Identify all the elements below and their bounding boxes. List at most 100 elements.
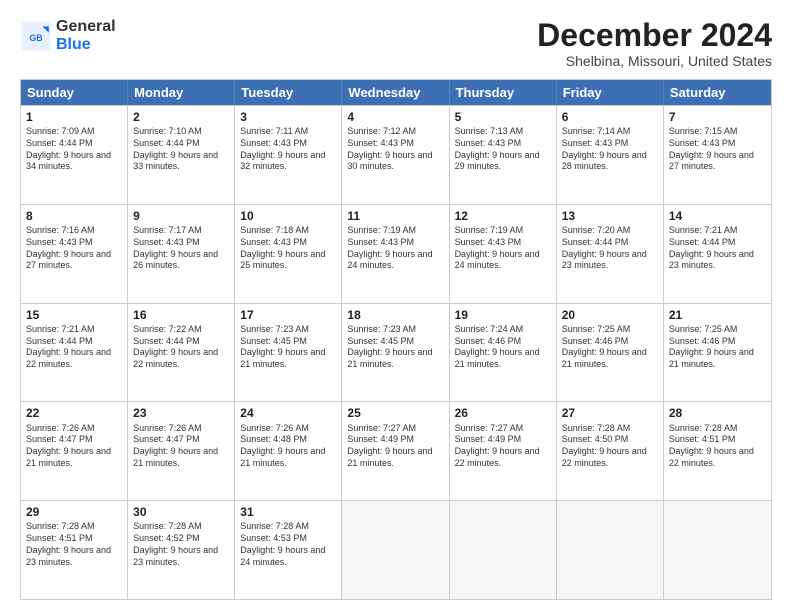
month-title: December 2024 — [537, 18, 772, 53]
day-number: 28 — [669, 405, 766, 421]
header-day-friday: Friday — [557, 80, 664, 105]
calendar-cell: 3Sunrise: 7:11 AM Sunset: 4:43 PM Daylig… — [235, 106, 342, 204]
calendar-row-2: 8Sunrise: 7:16 AM Sunset: 4:43 PM Daylig… — [21, 204, 771, 303]
cell-info: Sunrise: 7:16 AM Sunset: 4:43 PM Dayligh… — [26, 225, 122, 272]
cell-info: Sunrise: 7:28 AM Sunset: 4:50 PM Dayligh… — [562, 423, 658, 470]
cell-info: Sunrise: 7:20 AM Sunset: 4:44 PM Dayligh… — [562, 225, 658, 272]
cell-info: Sunrise: 7:22 AM Sunset: 4:44 PM Dayligh… — [133, 324, 229, 371]
cell-info: Sunrise: 7:25 AM Sunset: 4:46 PM Dayligh… — [562, 324, 658, 371]
calendar-row-1: 1Sunrise: 7:09 AM Sunset: 4:44 PM Daylig… — [21, 105, 771, 204]
calendar-cell: 30Sunrise: 7:28 AM Sunset: 4:52 PM Dayli… — [128, 501, 235, 599]
calendar-body: 1Sunrise: 7:09 AM Sunset: 4:44 PM Daylig… — [21, 105, 771, 599]
day-number: 11 — [347, 208, 443, 224]
cell-info: Sunrise: 7:27 AM Sunset: 4:49 PM Dayligh… — [455, 423, 551, 470]
logo-blue: Blue — [56, 36, 91, 53]
day-number: 31 — [240, 504, 336, 520]
calendar-cell: 23Sunrise: 7:26 AM Sunset: 4:47 PM Dayli… — [128, 402, 235, 500]
calendar: SundayMondayTuesdayWednesdayThursdayFrid… — [20, 79, 772, 600]
calendar-row-5: 29Sunrise: 7:28 AM Sunset: 4:51 PM Dayli… — [21, 500, 771, 599]
calendar-cell: 27 Sunrise: 7:28 AM Sunset: 4:50 PM Dayli… — [557, 402, 664, 500]
day-number: 26 — [455, 405, 551, 421]
day-number: 6 — [562, 109, 658, 125]
day-number: 3 — [240, 109, 336, 125]
cell-info: Sunrise: 7:24 AM Sunset: 4:46 PM Dayligh… — [455, 324, 551, 371]
header: GB General Blue December 2024 Shelbina, … — [20, 18, 772, 69]
cell-info: Sunrise: 7:14 AM Sunset: 4:43 PM Dayligh… — [562, 126, 658, 173]
cell-info: Sunrise: 7:21 AM Sunset: 4:44 PM Dayligh… — [26, 324, 122, 371]
cell-info: Sunrise: 7:26 AM Sunset: 4:47 PM Dayligh… — [26, 423, 122, 470]
calendar-cell — [342, 501, 449, 599]
cell-info: Sunrise: 7:25 AM Sunset: 4:46 PM Dayligh… — [669, 324, 766, 371]
day-number: 4 — [347, 109, 443, 125]
calendar-cell: 26 Sunrise: 7:27 AM Sunset: 4:49 PM Dayli… — [450, 402, 557, 500]
svg-text:GB: GB — [29, 32, 42, 42]
day-number: 1 — [26, 109, 122, 125]
day-number: 16 — [133, 307, 229, 323]
calendar-cell: 20Sunrise: 7:25 AM Sunset: 4:46 PM Dayli… — [557, 304, 664, 402]
calendar-cell: 4Sunrise: 7:12 AM Sunset: 4:43 PM Daylig… — [342, 106, 449, 204]
header-day-thursday: Thursday — [450, 80, 557, 105]
header-day-tuesday: Tuesday — [235, 80, 342, 105]
calendar-cell: 22 Sunrise: 7:26 AM Sunset: 4:47 PM Dayli… — [21, 402, 128, 500]
cell-info: Sunrise: 7:28 AM Sunset: 4:51 PM Dayligh… — [26, 521, 122, 568]
day-number: 25 — [347, 405, 443, 421]
day-number: 22 — [26, 405, 122, 421]
calendar-cell: 7Sunrise: 7:15 AM Sunset: 4:43 PM Daylig… — [664, 106, 771, 204]
cell-info: Sunrise: 7:10 AM Sunset: 4:44 PM Dayligh… — [133, 126, 229, 173]
calendar-cell: 24Sunrise: 7:26 AM Sunset: 4:48 PM Dayli… — [235, 402, 342, 500]
day-number: 9 — [133, 208, 229, 224]
header-day-sunday: Sunday — [21, 80, 128, 105]
cell-info: Sunrise: 7:18 AM Sunset: 4:43 PM Dayligh… — [240, 225, 336, 272]
day-number: 23 — [133, 405, 229, 421]
calendar-cell: 25 Sunrise: 7:27 AM Sunset: 4:49 PM Dayli… — [342, 402, 449, 500]
cell-info: Sunrise: 7:12 AM Sunset: 4:43 PM Dayligh… — [347, 126, 443, 173]
calendar-row-4: 22 Sunrise: 7:26 AM Sunset: 4:47 PM Dayli… — [21, 401, 771, 500]
calendar-cell: 15Sunrise: 7:21 AM Sunset: 4:44 PM Dayli… — [21, 304, 128, 402]
page: GB General Blue December 2024 Shelbina, … — [0, 0, 792, 612]
day-number: 2 — [133, 109, 229, 125]
calendar-cell — [450, 501, 557, 599]
cell-info: Sunrise: 7:26 AM Sunset: 4:48 PM Dayligh… — [240, 423, 336, 470]
calendar-header: SundayMondayTuesdayWednesdayThursdayFrid… — [21, 80, 771, 105]
day-number: 17 — [240, 307, 336, 323]
calendar-cell: 9Sunrise: 7:17 AM Sunset: 4:43 PM Daylig… — [128, 205, 235, 303]
cell-info: Sunrise: 7:09 AM Sunset: 4:44 PM Dayligh… — [26, 126, 122, 173]
calendar-cell: 13Sunrise: 7:20 AM Sunset: 4:44 PM Dayli… — [557, 205, 664, 303]
calendar-cell: 28Sunrise: 7:28 AM Sunset: 4:51 PM Dayli… — [664, 402, 771, 500]
cell-info: Sunrise: 7:11 AM Sunset: 4:43 PM Dayligh… — [240, 126, 336, 173]
day-number: 8 — [26, 208, 122, 224]
calendar-cell: 8Sunrise: 7:16 AM Sunset: 4:43 PM Daylig… — [21, 205, 128, 303]
calendar-cell: 19Sunrise: 7:24 AM Sunset: 4:46 PM Dayli… — [450, 304, 557, 402]
cell-info: Sunrise: 7:19 AM Sunset: 4:43 PM Dayligh… — [347, 225, 443, 272]
day-number: 27 — [562, 405, 658, 421]
day-number: 7 — [669, 109, 766, 125]
day-number: 5 — [455, 109, 551, 125]
logo-icon: GB — [20, 20, 52, 52]
calendar-cell: 10Sunrise: 7:18 AM Sunset: 4:43 PM Dayli… — [235, 205, 342, 303]
cell-info: Sunrise: 7:28 AM Sunset: 4:52 PM Dayligh… — [133, 521, 229, 568]
cell-info: Sunrise: 7:28 AM Sunset: 4:53 PM Dayligh… — [240, 521, 336, 568]
calendar-cell: 5Sunrise: 7:13 AM Sunset: 4:43 PM Daylig… — [450, 106, 557, 204]
cell-info: Sunrise: 7:27 AM Sunset: 4:49 PM Dayligh… — [347, 423, 443, 470]
calendar-cell — [557, 501, 664, 599]
day-number: 18 — [347, 307, 443, 323]
location: Shelbina, Missouri, United States — [537, 53, 772, 69]
cell-info: Sunrise: 7:19 AM Sunset: 4:43 PM Dayligh… — [455, 225, 551, 272]
day-number: 14 — [669, 208, 766, 224]
cell-info: Sunrise: 7:21 AM Sunset: 4:44 PM Dayligh… — [669, 225, 766, 272]
calendar-cell: 12Sunrise: 7:19 AM Sunset: 4:43 PM Dayli… — [450, 205, 557, 303]
calendar-cell — [664, 501, 771, 599]
calendar-cell: 31Sunrise: 7:28 AM Sunset: 4:53 PM Dayli… — [235, 501, 342, 599]
calendar-cell: 14Sunrise: 7:21 AM Sunset: 4:44 PM Dayli… — [664, 205, 771, 303]
day-number: 12 — [455, 208, 551, 224]
calendar-cell: 1Sunrise: 7:09 AM Sunset: 4:44 PM Daylig… — [21, 106, 128, 204]
cell-info: Sunrise: 7:17 AM Sunset: 4:43 PM Dayligh… — [133, 225, 229, 272]
day-number: 19 — [455, 307, 551, 323]
logo-general: General — [56, 18, 116, 35]
calendar-cell: 18Sunrise: 7:23 AM Sunset: 4:45 PM Dayli… — [342, 304, 449, 402]
header-day-wednesday: Wednesday — [342, 80, 449, 105]
calendar-cell: 16Sunrise: 7:22 AM Sunset: 4:44 PM Dayli… — [128, 304, 235, 402]
logo-text: General Blue — [56, 18, 116, 53]
day-number: 20 — [562, 307, 658, 323]
title-block: December 2024 Shelbina, Missouri, United… — [537, 18, 772, 69]
